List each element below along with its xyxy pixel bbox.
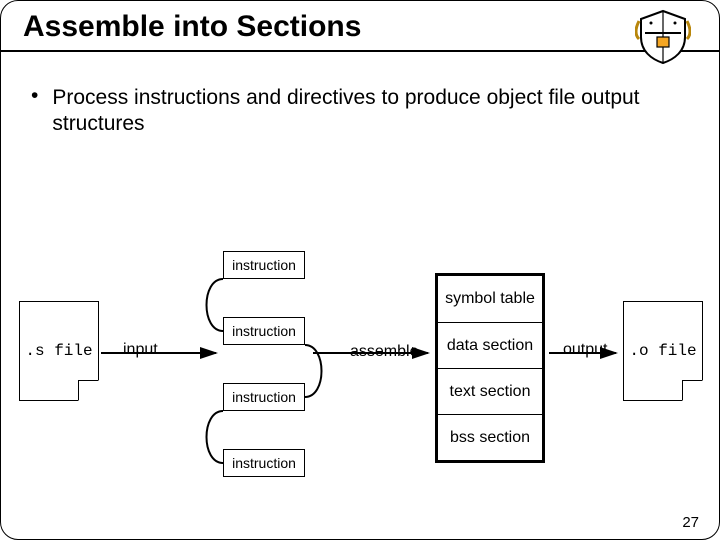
section-bss: bss section bbox=[438, 414, 542, 460]
section-data: data section bbox=[438, 322, 542, 368]
title-divider bbox=[1, 50, 719, 52]
instruction-box-2: instruction bbox=[223, 317, 305, 345]
object-file-box: .o file bbox=[623, 301, 703, 401]
crest-icon bbox=[635, 9, 691, 70]
sections-table: symbol table data section text section b… bbox=[435, 273, 545, 463]
page-fold-mask bbox=[78, 380, 99, 401]
object-file-label: .o file bbox=[629, 342, 696, 360]
source-file-label: .s file bbox=[25, 342, 92, 360]
page-fold-mask bbox=[682, 380, 703, 401]
instruction-box-4: instruction bbox=[223, 449, 305, 477]
bullet-dot-icon: • bbox=[31, 85, 38, 137]
section-symbol-table: symbol table bbox=[438, 276, 542, 322]
instruction-box-3: instruction bbox=[223, 383, 305, 411]
bullet-text: Process instructions and directives to p… bbox=[52, 85, 689, 137]
bullet-item: • Process instructions and directives to… bbox=[31, 85, 689, 137]
assemble-label: assemble bbox=[350, 343, 418, 361]
instruction-box-1: instruction bbox=[223, 251, 305, 279]
output-label: output bbox=[563, 341, 607, 359]
page-number: 27 bbox=[682, 514, 699, 531]
section-text: text section bbox=[438, 368, 542, 414]
diagram-arrows bbox=[1, 231, 720, 511]
source-file-box: .s file bbox=[19, 301, 99, 401]
slide-frame: Assemble into Sections • Process instruc… bbox=[0, 0, 720, 540]
slide-title: Assemble into Sections bbox=[1, 10, 719, 50]
diagram: .s file instruction instruction instruct… bbox=[1, 231, 720, 491]
input-label: input bbox=[123, 341, 158, 359]
title-bar: Assemble into Sections bbox=[1, 10, 719, 52]
